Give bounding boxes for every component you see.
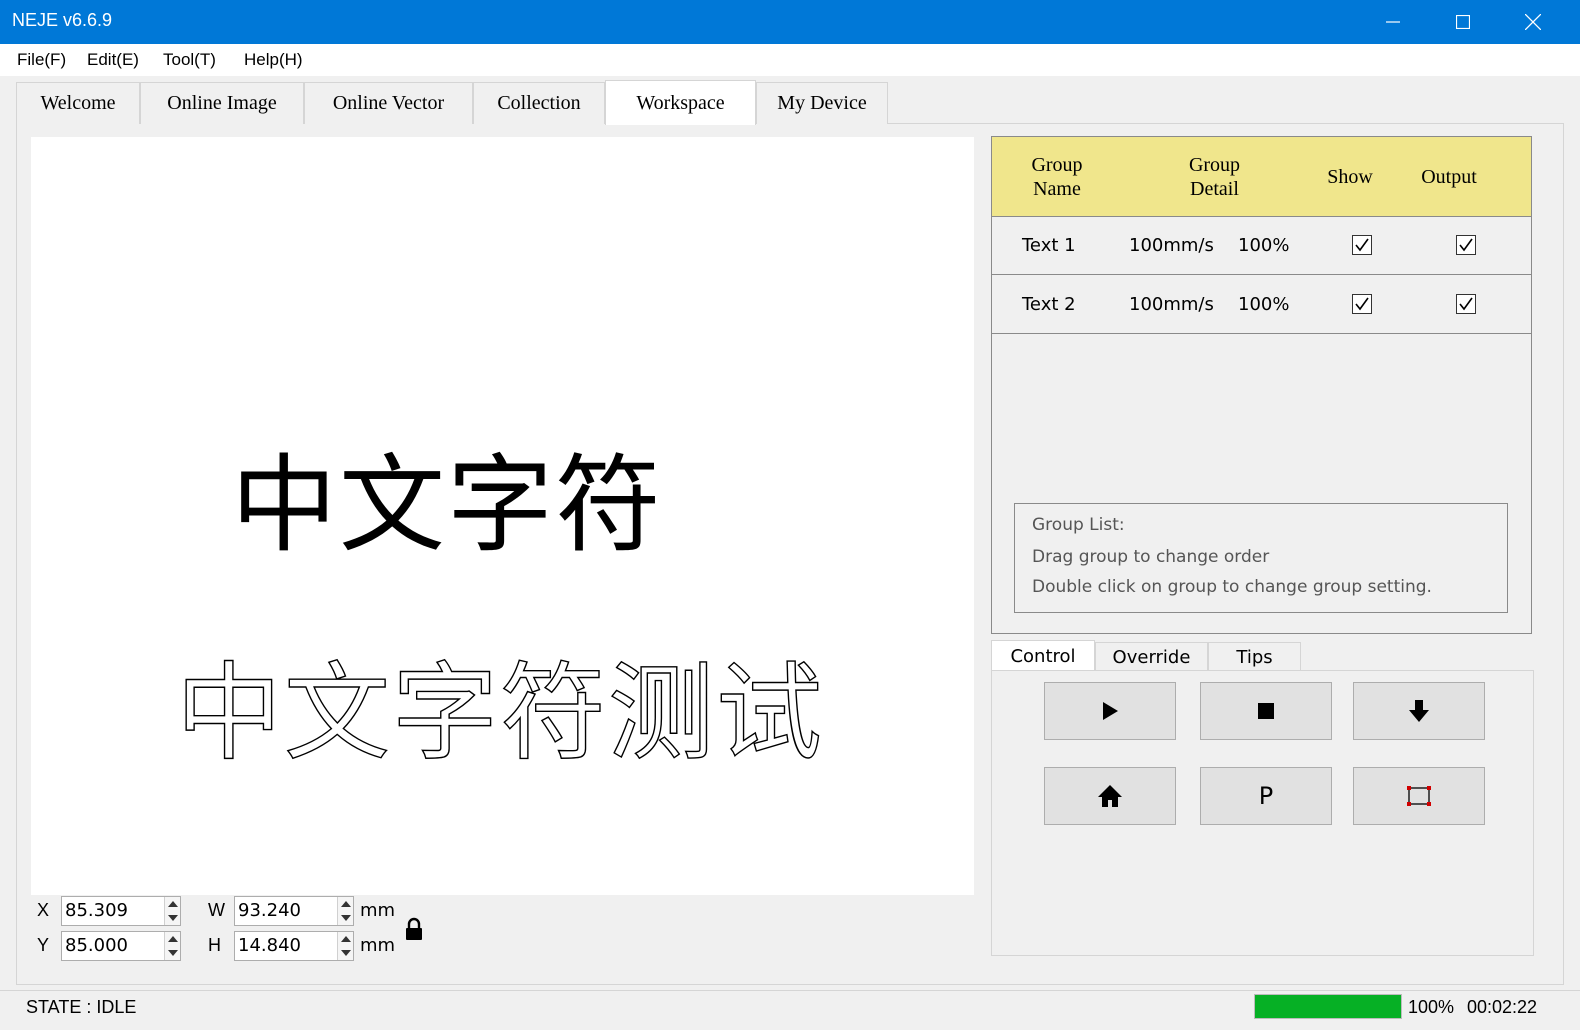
w-label: W [208,900,225,920]
progress-fill [1255,995,1401,1018]
canvas-text-solid[interactable]: 中文字符 [231,419,663,573]
menu-file[interactable]: File(F) [17,50,66,70]
group-name: Text 1 [1022,235,1076,256]
start-button[interactable] [1044,682,1176,740]
elapsed-time: 00:02:22 [1467,997,1538,1017]
check-icon [1459,238,1473,252]
progress-percent: 100% [1408,997,1455,1017]
p-button[interactable]: P [1200,767,1332,825]
w-field[interactable]: 93.240 [234,896,354,926]
header-group-detail: Group Detail [1188,154,1241,200]
h-value: 14.840 [238,935,301,956]
show-checkbox[interactable] [1352,294,1372,314]
tab-control[interactable]: Control [991,640,1095,671]
group-panel: Group Name Group Detail Show Output Text 1… [991,136,1532,634]
y-spin-arrows[interactable] [164,932,180,960]
x-spin-arrows[interactable] [164,897,180,925]
canvas-text-outline[interactable]: 中文字符测试 [175,627,824,781]
home-icon [1098,785,1122,807]
frame-icon [1407,786,1431,806]
group-name: Text 2 [1022,294,1076,315]
x-value: 85.309 [65,900,128,921]
group-list-hint: Group List: Drag group to change order D… [1014,503,1508,613]
w-unit: mm [360,900,396,921]
y-label: Y [37,935,50,955]
tab-label: Welcome [40,92,116,114]
tab-label: My Device [777,92,867,114]
machine-state: STATE : IDLE [26,997,137,1017]
tab-online-image[interactable]: Online Image [140,82,304,124]
tab-collection[interactable]: Collection [473,82,605,124]
h-field[interactable]: 14.840 [234,931,354,961]
group-row[interactable]: Text 1 100mm/s 100% [992,217,1531,275]
tab-override[interactable]: Override [1095,642,1208,671]
design-canvas[interactable]: 中文字符 中文字符测试 [31,137,974,895]
header-group-name: Group Name [1031,154,1083,200]
status-bar: STATE : IDLE 100% 00:02:22 [0,990,1580,1030]
w-value: 93.240 [238,900,301,921]
move-down-button[interactable] [1353,682,1485,740]
tab-online-vector[interactable]: Online Vector [304,82,473,124]
h-label: H [208,935,221,955]
menu-bar: File(F) Edit(E) Tool(T) Help(H) [0,44,1580,76]
minimize-icon [1386,21,1400,23]
show-checkbox[interactable] [1352,235,1372,255]
group-table-header: Group Name Group Detail Show Output [992,137,1531,217]
h-spin-arrows[interactable] [337,932,353,960]
check-icon [1355,297,1369,311]
menu-tool[interactable]: Tool(T) [163,50,216,70]
home-button[interactable] [1044,767,1176,825]
group-row[interactable]: Text 2 100mm/s 100% [992,276,1531,334]
check-icon [1459,297,1473,311]
group-power: 100% [1238,235,1290,256]
frame-button[interactable] [1353,767,1485,825]
menu-edit[interactable]: Edit(E) [87,50,139,70]
group-power: 100% [1238,294,1290,315]
tab-label: Online Image [167,92,277,114]
hint-line: Group List: [1032,515,1125,535]
hint-line: Double click on group to change group se… [1032,577,1432,597]
tab-welcome[interactable]: Welcome [16,82,140,124]
progress-bar [1254,994,1402,1019]
play-icon [1103,702,1118,720]
maximize-button[interactable] [1428,0,1498,44]
arrow-down-icon [1409,700,1429,722]
x-field[interactable]: 85.309 [61,896,181,926]
output-checkbox[interactable] [1456,294,1476,314]
window-title: NEJE v6.6.9 [12,10,113,30]
tab-label: Workspace [636,91,725,114]
w-spin-arrows[interactable] [337,897,353,925]
check-icon [1355,238,1369,252]
minimize-button[interactable] [1358,0,1428,44]
stop-button[interactable] [1200,682,1332,740]
close-icon [1525,14,1541,30]
group-speed: 100mm/s [1129,294,1214,315]
title-bar: NEJE v6.6.9 [0,0,1580,44]
stop-icon [1258,703,1274,719]
y-field[interactable]: 85.000 [61,931,181,961]
y-value: 85.000 [65,935,128,956]
output-checkbox[interactable] [1456,235,1476,255]
tab-label: Online Vector [332,92,445,114]
lock-icon[interactable] [403,917,425,941]
group-speed: 100mm/s [1129,235,1214,256]
close-button[interactable] [1498,0,1568,44]
x-label: X [37,900,50,920]
h-unit: mm [360,935,396,956]
p-button-label: P [1258,782,1274,810]
tab-label: Collection [497,92,581,114]
tab-tips[interactable]: Tips [1208,642,1301,671]
tab-my-device[interactable]: My Device [756,82,888,124]
menu-help[interactable]: Help(H) [244,50,303,70]
tab-workspace[interactable]: Workspace [605,80,756,125]
hint-line: Drag group to change order [1032,547,1270,567]
maximize-icon [1456,15,1470,29]
header-output: Output [1421,166,1477,188]
header-show: Show [1327,166,1373,188]
